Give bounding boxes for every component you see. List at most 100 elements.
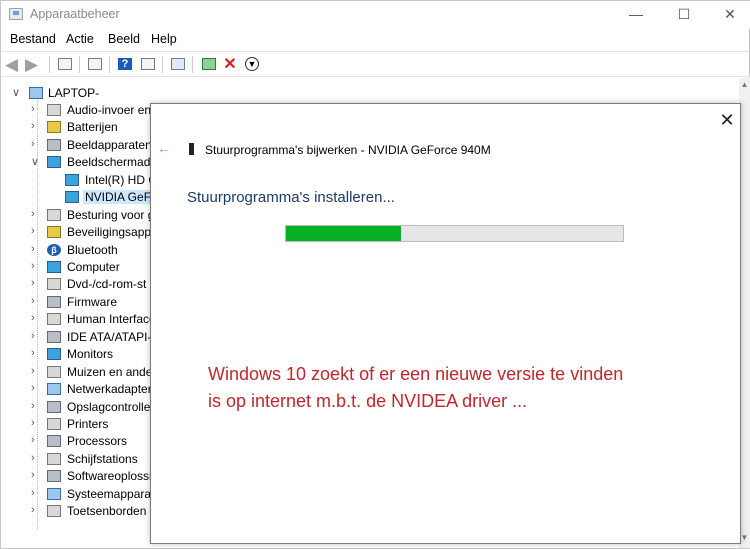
monitor-icon <box>47 348 61 360</box>
tree-item-muizen[interactable]: › Muizen en ande <box>1 364 151 381</box>
title-bar: Apparaatbeheer — ☐ ✕ <box>1 1 750 29</box>
tree-item-ide[interactable]: › IDE ATA/ATAPI-c <box>1 329 151 346</box>
forward-arrow-icon[interactable]: ▶ <box>25 55 45 74</box>
tree-item-bluetooth[interactable]: › β Bluetooth <box>1 242 151 259</box>
graphics-card-icon <box>189 143 194 155</box>
tree-item-printers[interactable]: › Printers <box>1 416 151 433</box>
update-driver-icon[interactable] <box>199 55 219 74</box>
tree-item-batterijen[interactable]: › Batterijen <box>1 119 151 136</box>
menu-help[interactable]: Help <box>151 32 177 46</box>
minimize-button[interactable]: — <box>613 1 659 29</box>
tree-root-label: LAPTOP- <box>48 86 100 100</box>
display-adapter-icon <box>47 156 61 168</box>
tree-item-systeem[interactable]: › Systeemapparat <box>1 486 151 503</box>
tree-item-netwerk[interactable]: › Netwerkadapter <box>1 381 151 398</box>
tree-item-nvidia[interactable]: NVIDIA GeFo <box>1 189 151 206</box>
menu-bestand[interactable]: Bestand <box>10 32 56 46</box>
properties-icon[interactable] <box>85 55 105 74</box>
tree-item-beeldschermadapters[interactable]: ∨ Beeldschermada <box>1 154 151 171</box>
tree-item-dvd[interactable]: › Dvd-/cd-rom-st <box>1 276 151 293</box>
tree-item-hid[interactable]: › Human Interface <box>1 311 151 328</box>
tree-item-label: IDE ATA/ATAPI-c <box>67 330 151 344</box>
chevron-right-icon[interactable]: › <box>31 434 41 446</box>
display-adapter-icon <box>65 174 79 186</box>
chevron-right-icon[interactable]: › <box>31 487 41 499</box>
tree-item-monitors[interactable]: › Monitors <box>1 346 151 363</box>
tree-root[interactable]: ∨ LAPTOP- <box>1 85 201 102</box>
tree-item-toetsenborden[interactable]: › Toetsenborden <box>1 503 151 520</box>
tree-item-beveiliging[interactable]: › Beveiligingsappa <box>1 224 151 241</box>
dialog-close-button[interactable]: ✕ <box>717 110 737 130</box>
chevron-right-icon[interactable]: › <box>31 365 41 377</box>
sound-controller-icon <box>47 209 61 221</box>
chevron-right-icon[interactable]: › <box>31 469 41 481</box>
tree-item-label: Softwareoplossi <box>67 469 151 483</box>
progress-fill <box>286 226 401 241</box>
view-icon[interactable] <box>138 55 158 74</box>
keyboard-icon <box>47 313 61 325</box>
tree-item-label: Computer <box>67 260 120 274</box>
tree-item-schijfstations[interactable]: › Schijfstations <box>1 451 151 468</box>
chevron-right-icon[interactable]: › <box>31 260 41 272</box>
chevron-right-icon[interactable]: › <box>31 330 41 342</box>
chevron-down-icon[interactable]: ∨ <box>12 86 22 99</box>
tree-item-firmware[interactable]: › Firmware <box>1 294 151 311</box>
tree-item-opslag[interactable]: › Opslagcontrolle <box>1 399 151 416</box>
tree-item-computer[interactable]: › Computer <box>1 259 151 276</box>
tree-item-beeldapparaten[interactable]: › Beeldapparaten <box>1 137 151 154</box>
tree-item-label: Human Interface <box>67 312 151 326</box>
tree-item-label: Audio-invoer en <box>67 103 151 117</box>
back-arrow-icon[interactable]: ← <box>157 140 171 156</box>
chevron-right-icon[interactable]: › <box>31 103 41 115</box>
tree-item-processors[interactable]: › Processors <box>1 433 151 450</box>
uninstall-icon[interactable]: ✕ <box>220 55 240 74</box>
tree-item-label: Systeemapparat <box>67 487 151 501</box>
tree-item-software[interactable]: › Softwareoplossi <box>1 468 151 485</box>
chevron-right-icon[interactable]: › <box>31 417 41 429</box>
disable-icon[interactable]: ▼ <box>242 55 262 74</box>
menu-bar: Bestand Actie Beeld Help <box>1 29 750 50</box>
annotation-line-1: Windows 10 zoekt of er een nieuwe versie… <box>208 364 624 384</box>
chevron-right-icon[interactable]: › <box>31 347 41 359</box>
chevron-right-icon[interactable]: › <box>31 208 41 220</box>
chevron-right-icon[interactable]: › <box>31 504 41 516</box>
chevron-right-icon[interactable]: › <box>31 277 41 289</box>
tree-item-label: Beeldschermada <box>67 155 151 169</box>
tree-item-audio[interactable]: › Audio-invoer en <box>1 102 151 119</box>
battery-icon <box>47 121 61 133</box>
chevron-right-icon[interactable]: › <box>31 120 41 132</box>
show-hide-tree-icon[interactable] <box>55 55 75 74</box>
computer-icon <box>29 87 43 99</box>
tree-item-label: Dvd-/cd-rom-st <box>67 277 147 291</box>
install-status-text: Stuurprogramma's installeren... <box>187 189 395 206</box>
speaker-icon <box>47 104 61 116</box>
chevron-down-icon[interactable]: ∨ <box>31 155 41 168</box>
chevron-right-icon[interactable]: › <box>31 312 41 324</box>
tree-item-intel-hd[interactable]: Intel(R) HD G <box>1 172 151 189</box>
processor-icon <box>47 435 61 447</box>
toolbar-separator <box>79 56 80 73</box>
help-icon[interactable]: ? <box>115 55 135 74</box>
tree-item-besturing[interactable]: › Besturing voor g <box>1 207 151 224</box>
device-manager-icon <box>9 8 23 20</box>
maximize-button[interactable]: ☐ <box>661 1 707 29</box>
scan-hardware-icon[interactable] <box>168 55 188 74</box>
chevron-right-icon[interactable]: › <box>31 138 41 150</box>
chevron-right-icon[interactable]: › <box>31 452 41 464</box>
printer-icon <box>47 418 61 430</box>
chevron-right-icon[interactable]: › <box>31 295 41 307</box>
chevron-right-icon[interactable]: › <box>31 400 41 412</box>
back-arrow-icon[interactable]: ◀ <box>5 55 25 74</box>
security-key-icon <box>47 226 61 238</box>
menu-beeld[interactable]: Beeld <box>108 32 140 46</box>
scroll-up-icon[interactable]: ▲ <box>739 80 750 89</box>
chevron-right-icon[interactable]: › <box>31 243 41 255</box>
ide-controller-icon <box>47 331 61 343</box>
menu-actie[interactable]: Actie <box>66 32 94 46</box>
device-manager-window: Apparaatbeheer — ☐ ✕ Bestand Actie Beeld… <box>0 0 750 549</box>
chevron-right-icon[interactable]: › <box>31 225 41 237</box>
close-button[interactable]: ✕ <box>707 1 750 29</box>
tree-item-label: Printers <box>67 417 109 431</box>
chevron-right-icon[interactable]: › <box>31 382 41 394</box>
tree-item-label: Beeldapparaten <box>67 138 151 152</box>
